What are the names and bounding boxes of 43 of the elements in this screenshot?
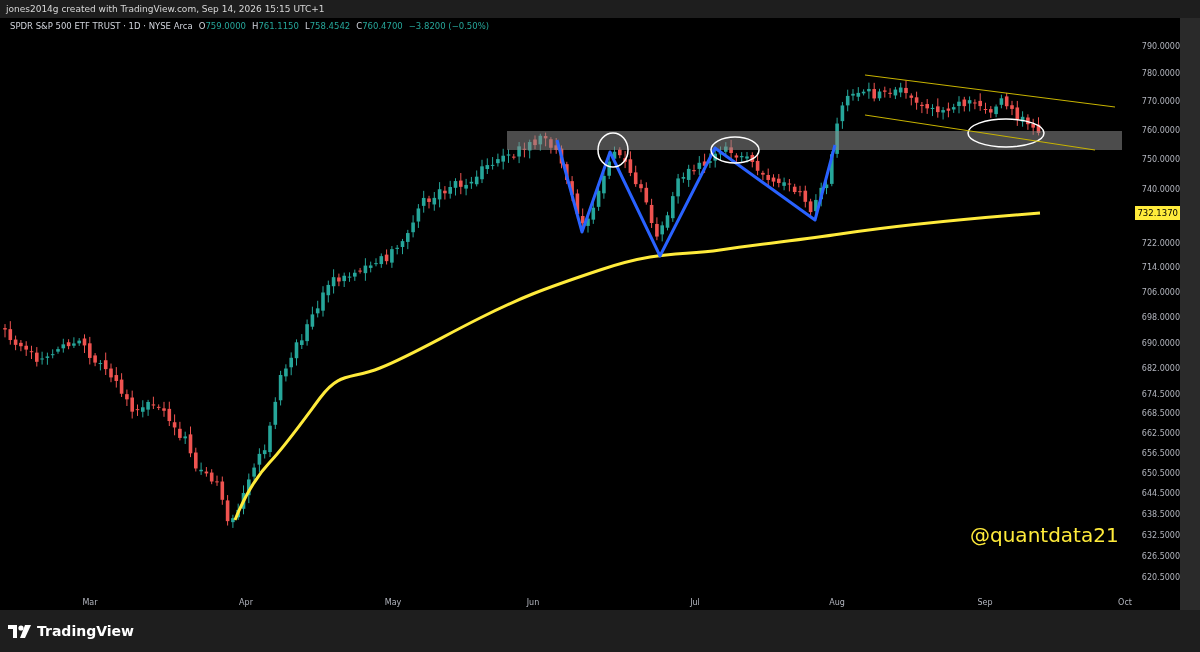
ohlc-value: H761.1150 — [251, 21, 299, 31]
price-tick: 770.0000 — [1141, 96, 1180, 108]
price-tick: 656.5000 — [1141, 448, 1180, 460]
price-tick: 626.5000 — [1141, 551, 1180, 563]
price-tick: 698.0000 — [1141, 312, 1180, 324]
time-label: Apr — [239, 597, 253, 609]
time-label: Jun — [526, 597, 540, 609]
price-tick: 662.5000 — [1141, 428, 1180, 440]
price-tick: 644.5000 — [1141, 488, 1180, 500]
brand-name: TradingView — [37, 623, 134, 639]
price-tick: 650.5000 — [1141, 468, 1180, 480]
ohlc-value: C760.4700 — [356, 21, 403, 31]
price-tick: 790.0000 — [1141, 41, 1180, 53]
price-tick: 632.5000 — [1141, 530, 1180, 542]
highlight-ellipse — [597, 132, 629, 168]
time-label: May — [384, 597, 402, 609]
current-price-badge: 732.1370 — [1135, 206, 1180, 220]
price-change: −3.8200 (−0.50%) — [408, 21, 490, 31]
price-tick: 682.0000 — [1141, 363, 1180, 375]
time-label: Aug — [829, 597, 845, 609]
price-tick: 740.0000 — [1141, 184, 1180, 196]
price-tick: 690.0000 — [1141, 338, 1180, 350]
time-label: Oct — [1118, 597, 1132, 609]
price-tick: 706.0000 — [1141, 287, 1180, 299]
price-tick: 674.5000 — [1141, 389, 1180, 401]
time-label: Mar — [82, 597, 98, 609]
time-label: Jul — [690, 597, 700, 609]
ohlc-value: L758.4542 — [304, 21, 351, 31]
price-tick: 668.5000 — [1141, 408, 1180, 420]
price-tick: 750.0000 — [1141, 154, 1180, 166]
annotation-text: @quantdata21 — [970, 523, 1119, 547]
credit-line: jones2014g created with TradingView.com, Sep 14, 2026 15:15 UTC+1 — [5, 3, 326, 16]
time-label: Sep — [977, 597, 993, 609]
ohlc-value: O759.0000 — [198, 21, 246, 31]
price-tick: 620.5000 — [1141, 572, 1180, 584]
price-tick: 780.0000 — [1141, 68, 1180, 80]
price-tick: 760.0000 — [1141, 125, 1180, 137]
price-tick: 722.0000 — [1141, 238, 1180, 250]
price-tick: 714.0000 — [1141, 262, 1180, 274]
highlight-ellipse — [710, 136, 760, 164]
price-tick: 638.5000 — [1141, 509, 1180, 521]
symbol-title: SPDR S&P 500 ETF TRUST · 1D · NYSE Arca — [10, 21, 193, 31]
logo-icon — [8, 624, 32, 638]
